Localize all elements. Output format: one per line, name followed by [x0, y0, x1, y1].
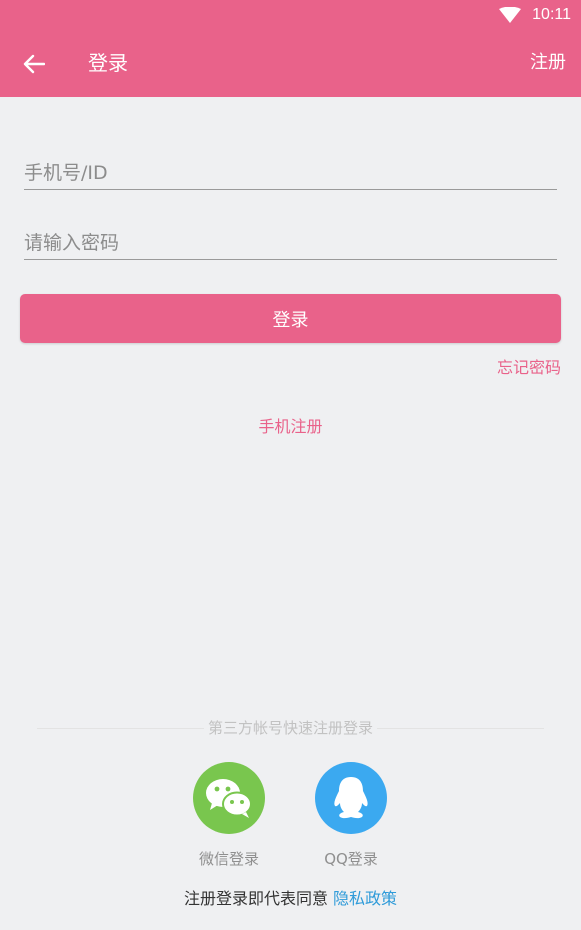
forgot-password-link[interactable]: 忘记密码	[497, 357, 561, 379]
wechat-login-label: 微信登录	[198, 850, 259, 868]
wechat-icon	[206, 779, 252, 818]
phone-input[interactable]	[24, 150, 557, 189]
qq-login-label: QQ登录	[324, 850, 378, 868]
page-title: 登录	[88, 51, 128, 75]
wifi-icon	[499, 7, 521, 23]
phone-field	[24, 150, 557, 190]
app-toolbar: 登录 注册	[0, 30, 581, 97]
policy-row: 注册登录即代表同意 隐私政策	[0, 888, 581, 910]
status-bar: 10:11	[0, 0, 581, 30]
policy-text: 注册登录即代表同意	[183, 889, 328, 908]
wechat-login-button[interactable]	[193, 762, 265, 834]
third-party-title: 第三方帐号快速注册登录	[208, 719, 374, 737]
third-party-divider: 第三方帐号快速注册登录	[37, 718, 545, 738]
phone-register-link[interactable]: 手机注册	[258, 417, 322, 436]
password-field	[24, 220, 557, 260]
divider-line-left	[37, 727, 204, 729]
arrow-left-icon	[23, 54, 45, 74]
register-button[interactable]: 注册	[530, 51, 566, 75]
status-time: 10:11	[532, 6, 571, 23]
password-input[interactable]	[24, 220, 557, 259]
phone-register-row: 手机注册	[0, 416, 581, 438]
qq-icon	[334, 777, 368, 819]
qq-login-button[interactable]	[315, 762, 387, 834]
login-button[interactable]: 登录	[20, 294, 561, 343]
back-button[interactable]	[14, 44, 54, 84]
privacy-policy-link[interactable]: 隐私政策	[333, 889, 397, 908]
divider-line-right	[377, 727, 545, 729]
